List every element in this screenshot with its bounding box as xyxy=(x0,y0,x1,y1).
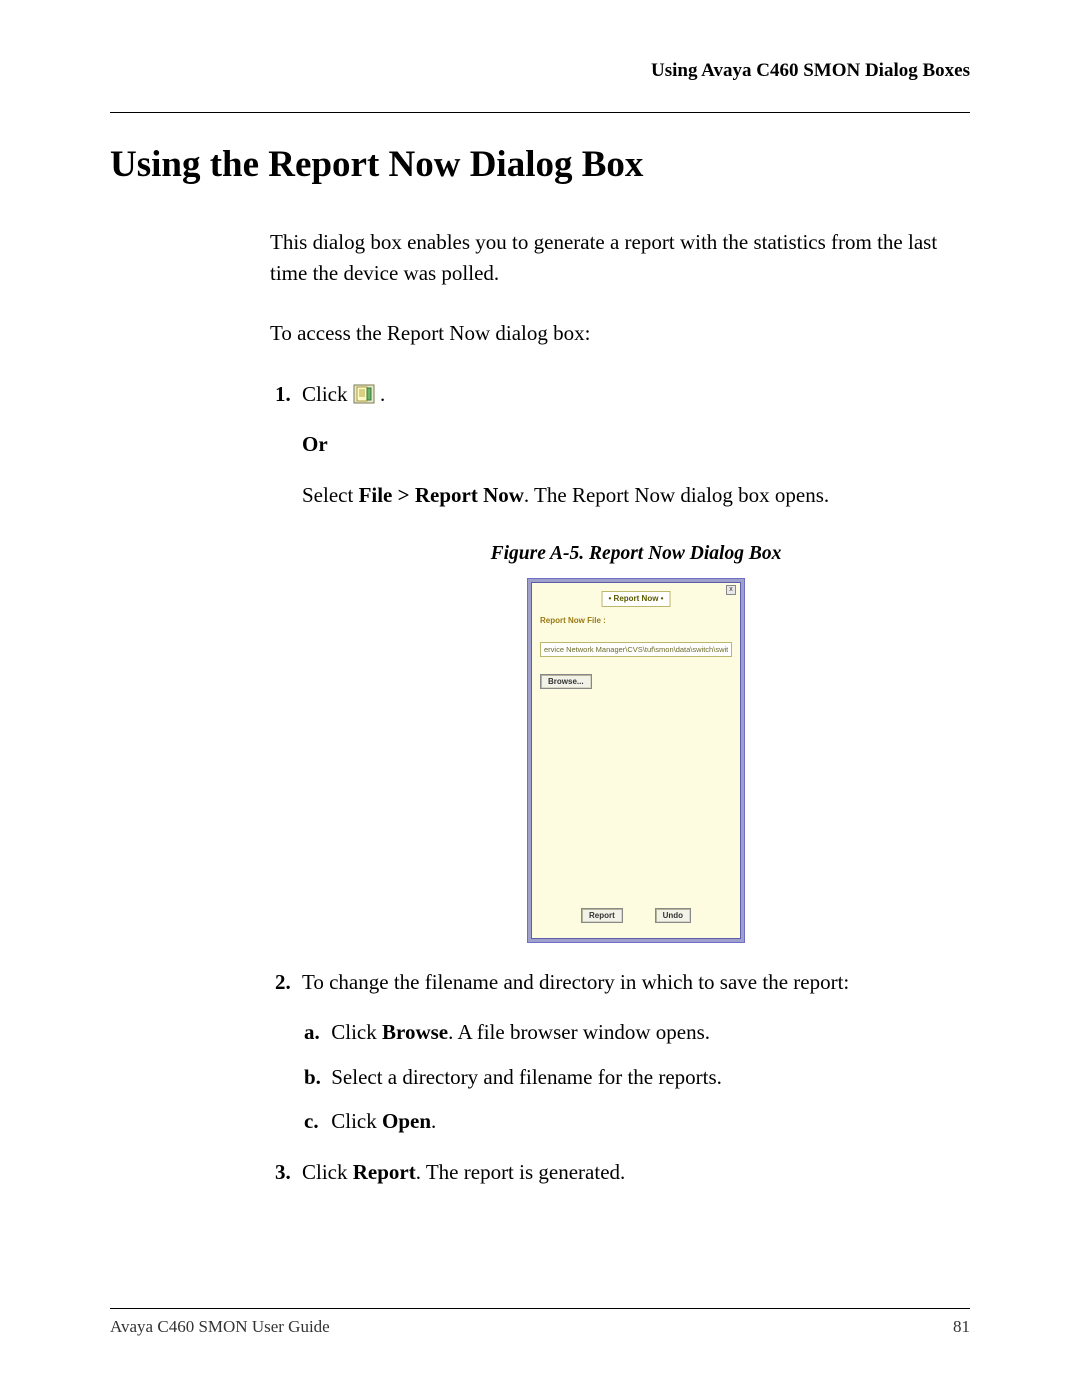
access-line: To access the Report Now dialog box: xyxy=(270,318,970,348)
step-2: To change the filename and directory in … xyxy=(296,967,970,1137)
footer-rule xyxy=(110,1308,970,1309)
step-1-click-text: Click xyxy=(302,382,353,406)
step-2-substeps: a. Click Browse. A file browser window o… xyxy=(302,1017,970,1136)
report-button[interactable]: Report xyxy=(581,908,623,923)
substep-b-label: b. xyxy=(304,1062,326,1092)
step-1-select-suffix: . The Report Now dialog box opens. xyxy=(524,483,829,507)
substep-a-label: a. xyxy=(304,1017,326,1047)
report-now-file-label: Report Now File : xyxy=(532,603,740,631)
substep-c-label: c. xyxy=(304,1106,326,1136)
browse-button[interactable]: Browse... xyxy=(540,674,592,689)
figure-caption: Figure A-5. Report Now Dialog Box xyxy=(302,540,970,568)
header-rule xyxy=(110,112,970,113)
page: Using Avaya C460 SMON Dialog Boxes Using… xyxy=(0,0,1080,1397)
step-2-text: To change the filename and directory in … xyxy=(302,970,849,994)
footer-row: Avaya C460 SMON User Guide 81 xyxy=(110,1317,970,1337)
substep-c-prefix: Click xyxy=(331,1109,382,1133)
step-1-select-bold: File > Report Now xyxy=(359,483,524,507)
report-now-icon xyxy=(353,384,375,404)
substep-c-bold: Open xyxy=(382,1109,431,1133)
substep-b-text: Select a directory and filename for the … xyxy=(331,1065,722,1089)
dialog-bottom-bar: Report Undo xyxy=(532,891,740,937)
report-now-file-input[interactable] xyxy=(540,642,732,657)
close-icon[interactable]: x xyxy=(726,585,736,595)
dialog-tab[interactable]: • Report Now • xyxy=(602,591,671,607)
dialog-inner: • Report Now • x Report Now File : Brows… xyxy=(531,582,741,938)
step-1-select: Select File > Report Now. The Report Now… xyxy=(302,480,970,510)
report-now-dialog: • Report Now • x Report Now File : Brows… xyxy=(527,578,745,942)
substep-b: b. Select a directory and filename for t… xyxy=(326,1062,970,1092)
intro-paragraph: This dialog box enables you to generate … xyxy=(270,227,970,288)
step-3-bold: Report xyxy=(353,1160,416,1184)
substep-a-prefix: Click xyxy=(331,1020,382,1044)
substep-a-bold: Browse xyxy=(382,1020,448,1044)
dialog-spacer xyxy=(532,701,740,891)
page-title: Using the Report Now Dialog Box xyxy=(110,143,970,187)
step-3-suffix: . The report is generated. xyxy=(416,1160,626,1184)
body-content: This dialog box enables you to generate … xyxy=(270,227,970,1187)
browse-wrap: Browse... xyxy=(532,663,740,701)
step-1-period: . xyxy=(380,382,385,406)
step-1: Click . Or Select File > Report N xyxy=(296,379,970,943)
dialog-top-row: • Report Now • x xyxy=(532,583,740,603)
header-section-title: Using Avaya C460 SMON Dialog Boxes xyxy=(110,60,970,82)
footer-page-number: 81 xyxy=(953,1317,970,1337)
figure-dialog-wrap: • Report Now • x Report Now File : Brows… xyxy=(302,578,970,942)
substep-c-suffix: . xyxy=(431,1109,436,1133)
page-footer: Avaya C460 SMON User Guide 81 xyxy=(110,1308,970,1337)
steps-list: Click . Or Select File > Report N xyxy=(296,379,970,1187)
step-1-or: Or xyxy=(302,429,970,459)
step-3: Click Report. The report is generated. xyxy=(296,1157,970,1187)
step-3-prefix: Click xyxy=(302,1160,353,1184)
undo-button[interactable]: Undo xyxy=(655,908,691,923)
step-1-select-prefix: Select xyxy=(302,483,359,507)
substep-a: a. Click Browse. A file browser window o… xyxy=(326,1017,970,1047)
substep-c: c. Click Open. xyxy=(326,1106,970,1136)
substep-a-suffix: . A file browser window opens. xyxy=(448,1020,710,1044)
footer-left: Avaya C460 SMON User Guide xyxy=(110,1317,330,1337)
